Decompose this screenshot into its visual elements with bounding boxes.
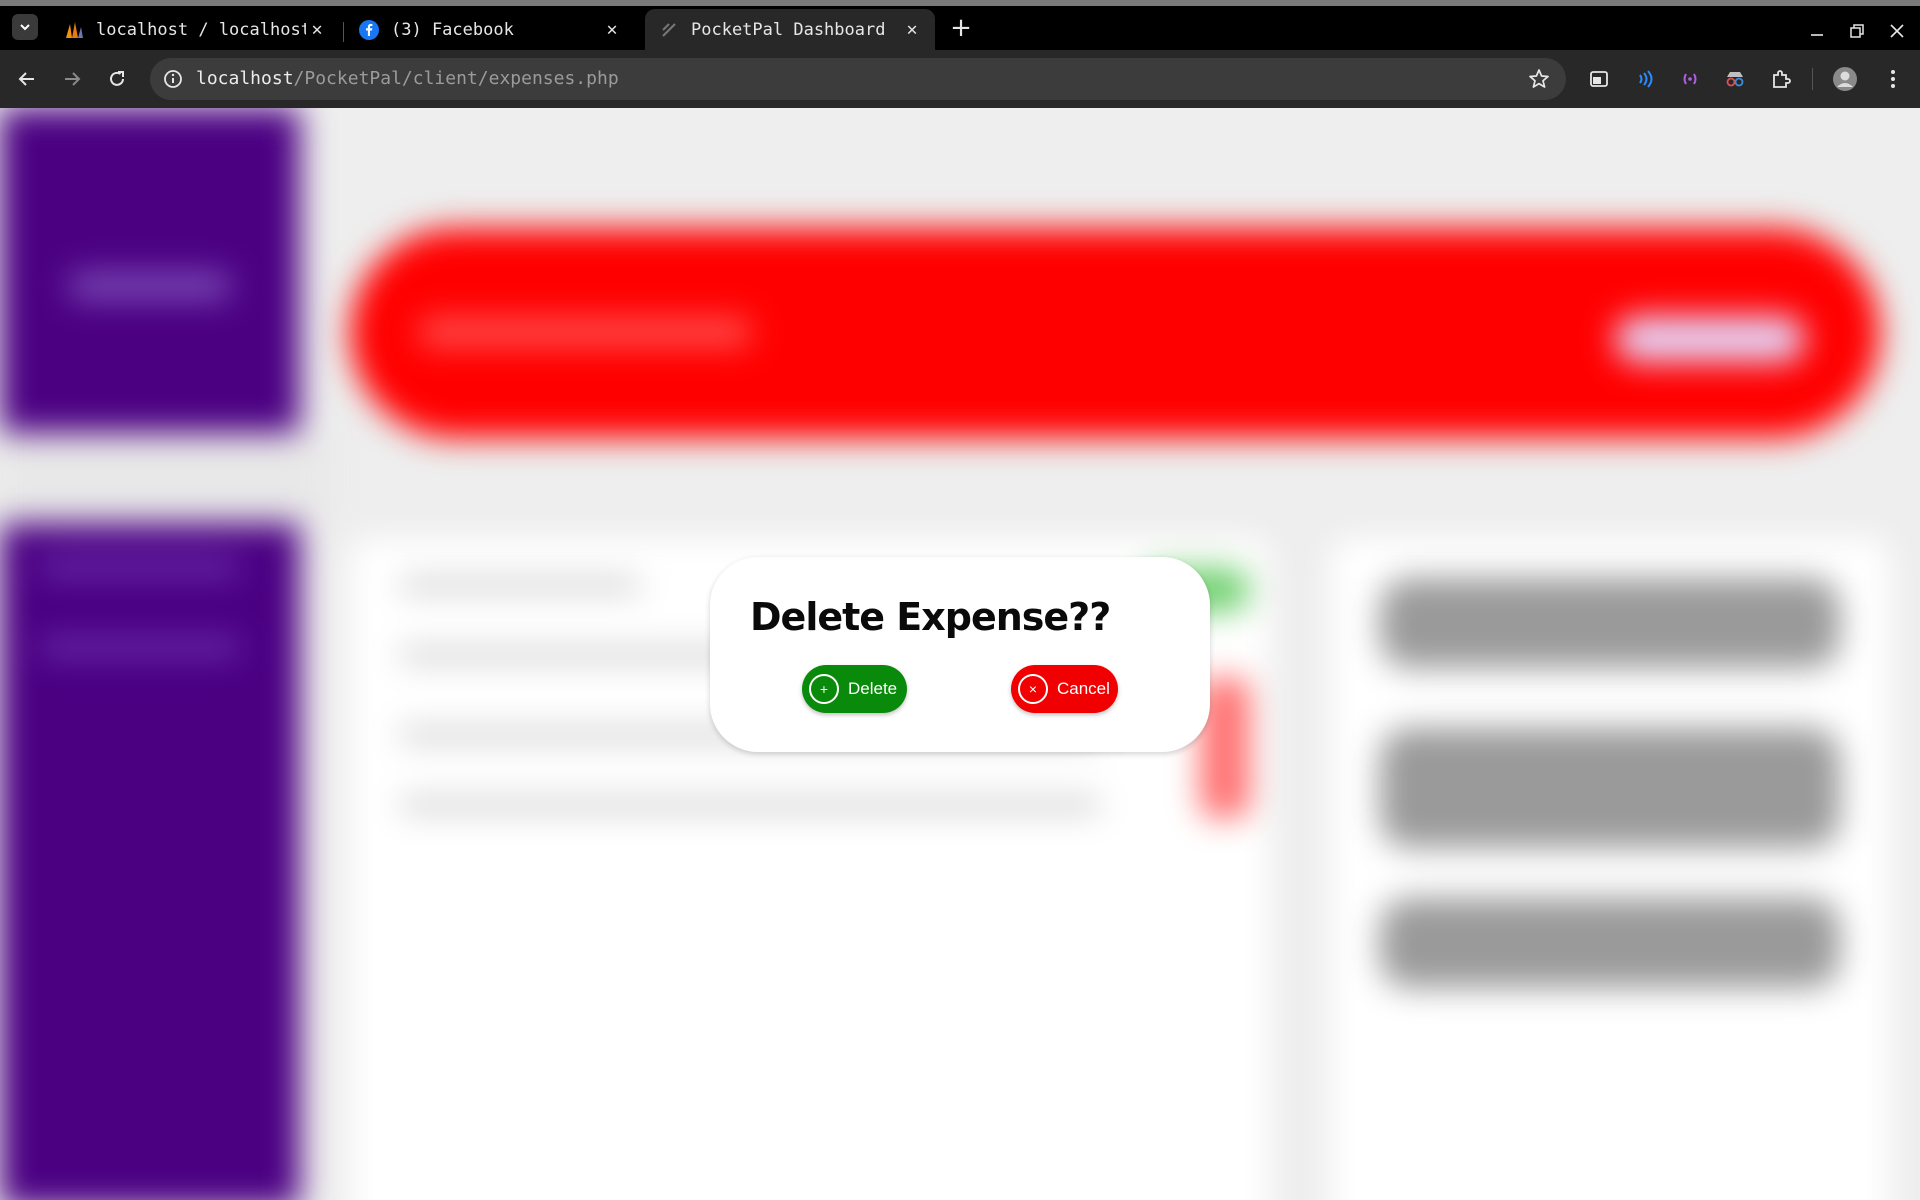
banner-button xyxy=(1615,316,1805,362)
tab-title: PocketPal Dashboard xyxy=(691,19,886,40)
tab-title: localhost / localhost xyxy=(96,19,306,40)
facebook-icon xyxy=(359,19,379,40)
phpmyadmin-icon xyxy=(64,20,84,40)
cancel-button[interactable]: × Cancel xyxy=(1011,665,1118,713)
cancel-label: Cancel xyxy=(1057,679,1110,698)
page-icon xyxy=(659,20,679,40)
browser-menu-icon[interactable] xyxy=(1880,66,1906,92)
site-info-icon[interactable] xyxy=(162,68,184,90)
close-circle-icon: × xyxy=(1018,674,1048,704)
tab-divider xyxy=(343,22,344,42)
new-tab-button[interactable]: + xyxy=(950,15,972,41)
url-text[interactable]: localhost/PocketPal/client/expenses.php xyxy=(196,68,619,89)
delete-button[interactable]: + Delete xyxy=(802,665,907,713)
tab-search-button[interactable] xyxy=(12,14,38,40)
sidebar-logo xyxy=(70,273,230,299)
profile-avatar-icon[interactable] xyxy=(1832,66,1858,92)
table-row xyxy=(400,798,1100,812)
read-aloud-extension-icon[interactable] xyxy=(1632,66,1658,92)
reload-icon[interactable] xyxy=(103,65,131,93)
tab-facebook[interactable]: (3) Facebook ✕ xyxy=(345,9,635,50)
summary-item xyxy=(1380,898,1840,988)
sidebar-active-item xyxy=(0,433,330,523)
table-row xyxy=(400,578,640,592)
sidebar-item xyxy=(40,558,240,576)
delete-expense-dialog: Delete Expense?? + Delete × Cancel xyxy=(710,557,1210,752)
delete-label: Delete xyxy=(848,679,898,698)
restore-icon[interactable] xyxy=(1844,18,1870,44)
close-tab-icon[interactable]: ✕ xyxy=(601,19,623,41)
toolbar-divider xyxy=(1812,68,1813,90)
summary-item xyxy=(1380,728,1840,848)
extensions-puzzle-icon[interactable] xyxy=(1768,66,1794,92)
minimize-icon[interactable] xyxy=(1804,18,1830,44)
close-tab-icon[interactable]: ✕ xyxy=(901,19,923,41)
address-bar[interactable]: localhost/PocketPal/client/expenses.php xyxy=(150,58,1566,100)
tab-phpmyadmin[interactable]: localhost / localhost ✕ xyxy=(50,9,340,50)
url-path: /PocketPal/client/expenses.php xyxy=(293,68,619,89)
sidebar-item xyxy=(40,638,240,656)
summary-item xyxy=(1380,578,1840,668)
tab-strip: localhost / localhost ✕ (3) Facebook ✕ P… xyxy=(0,6,1920,50)
chevron-down-icon xyxy=(20,24,30,31)
browser-toolbar: localhost/PocketPal/client/expenses.php xyxy=(0,50,1920,108)
audio-extension-icon[interactable] xyxy=(1677,66,1703,92)
back-icon[interactable] xyxy=(13,65,41,93)
url-host: localhost xyxy=(196,68,294,89)
forward-icon[interactable] xyxy=(58,65,86,93)
plus-circle-icon: + xyxy=(809,674,839,704)
tab-pocketpal-dashboard[interactable]: PocketPal Dashboard ✕ xyxy=(645,9,935,50)
close-tab-icon[interactable]: ✕ xyxy=(306,19,328,41)
incognito-extension-icon[interactable] xyxy=(1722,66,1748,92)
bookmark-star-icon[interactable] xyxy=(1528,68,1550,90)
dialog-title: Delete Expense?? xyxy=(750,595,1111,639)
side-panel-icon[interactable] xyxy=(1586,66,1612,92)
tab-title: (3) Facebook xyxy=(391,19,514,40)
close-window-icon[interactable] xyxy=(1884,18,1910,44)
banner-title xyxy=(420,318,750,346)
